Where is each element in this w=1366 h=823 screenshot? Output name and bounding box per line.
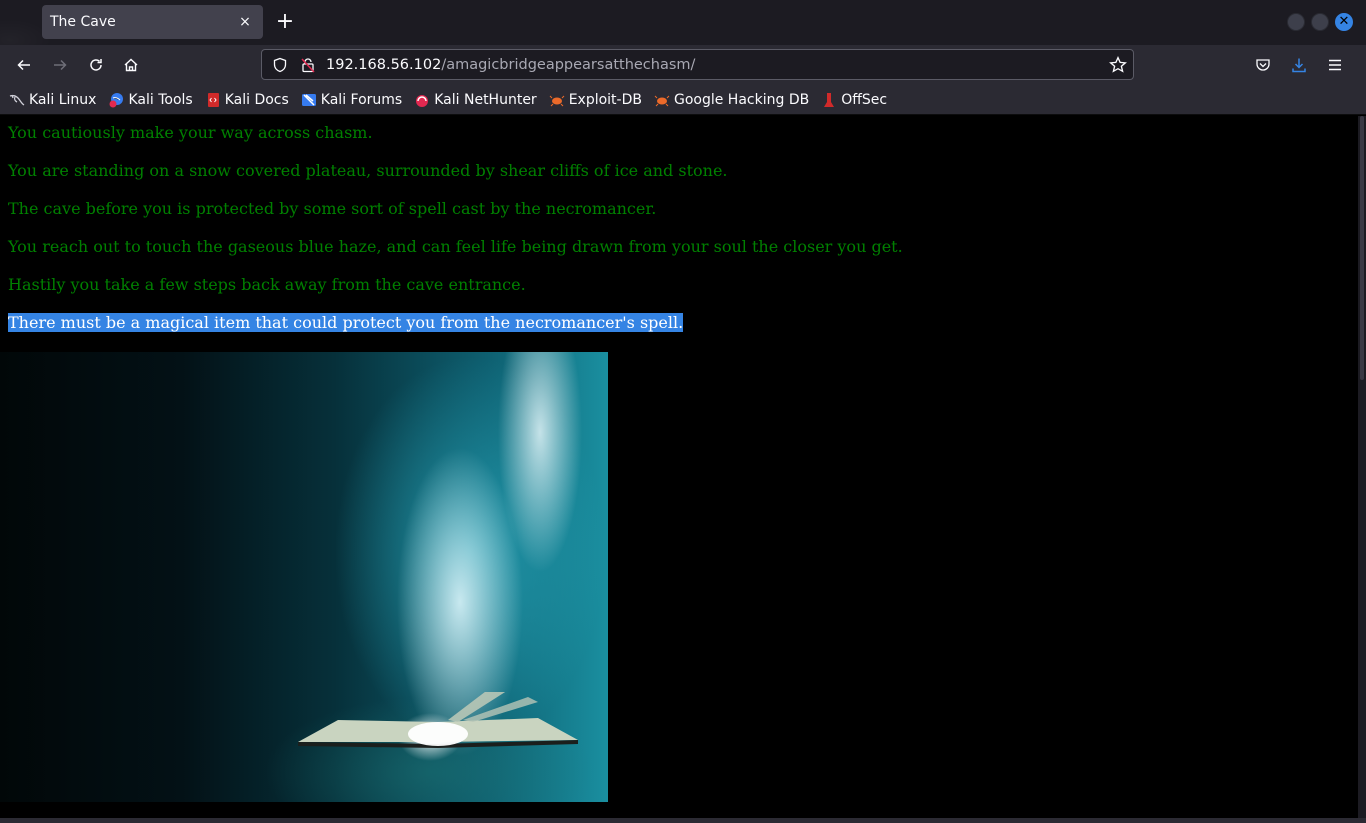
kali-nethunter-icon bbox=[416, 94, 429, 107]
url-host: 192.168.56.102 bbox=[326, 56, 442, 73]
window-bottom-edge bbox=[0, 818, 1366, 823]
bookmark-label: Google Hacking DB bbox=[673, 91, 810, 108]
bookmark-kali-tools[interactable]: Kali Tools bbox=[108, 91, 193, 108]
url-bar[interactable]: 192.168.56.102/amagicbridgeappearsatthec… bbox=[261, 49, 1134, 80]
story-line: You cautiously make your way across chas… bbox=[8, 123, 373, 142]
bookmark-label: OffSec bbox=[841, 91, 888, 108]
bookmark-label: Exploit-DB bbox=[568, 91, 642, 108]
back-button[interactable] bbox=[12, 53, 36, 77]
new-tab-button[interactable]: + bbox=[272, 9, 298, 35]
hamburger-menu-icon bbox=[1329, 59, 1341, 71]
vertical-scrollbar[interactable] bbox=[1358, 116, 1366, 818]
tracking-shield-icon[interactable] bbox=[272, 57, 288, 73]
open-book-illustration bbox=[298, 692, 578, 748]
bookmark-label: Kali Linux bbox=[29, 91, 97, 108]
bookmark-exploit-db[interactable]: Exploit-DB bbox=[549, 92, 642, 108]
story-line: Hastily you take a few steps back away f… bbox=[8, 275, 526, 294]
arrow-left-icon bbox=[17, 59, 30, 71]
bookmark-label: Kali Tools bbox=[128, 91, 193, 108]
story-line: You reach out to touch the gaseous blue … bbox=[8, 237, 903, 256]
tab-strip: The Cave × + ✕ bbox=[0, 0, 1366, 45]
offsec-icon bbox=[824, 92, 835, 107]
pocket-button[interactable] bbox=[1251, 53, 1275, 77]
home-button[interactable] bbox=[119, 53, 143, 77]
download-icon bbox=[1292, 58, 1306, 73]
reload-button[interactable] bbox=[84, 53, 108, 77]
minimize-button[interactable] bbox=[1287, 13, 1305, 31]
story-line: You are standing on a snow covered plate… bbox=[8, 161, 728, 180]
url-path: /amagicbridgeappearsatthechasm/ bbox=[441, 56, 696, 73]
page-content: You cautiously make your way across chas… bbox=[0, 116, 1358, 818]
bookmark-kali-nethunter[interactable]: Kali NetHunter bbox=[414, 91, 537, 108]
bookmark-star-icon[interactable] bbox=[1109, 56, 1127, 74]
tab-title: The Cave bbox=[50, 14, 116, 30]
scrollbar-thumb[interactable] bbox=[1360, 116, 1364, 380]
kali-dragon-icon bbox=[9, 94, 25, 106]
selected-text: There must be a magical item that could … bbox=[8, 313, 684, 332]
app-menu-button[interactable] bbox=[1323, 53, 1347, 77]
bookmark-google-hacking-db[interactable]: Google Hacking DB bbox=[654, 92, 809, 108]
bookmark-kali-docs[interactable]: Kali Docs bbox=[205, 92, 289, 108]
bookmark-label: Kali Docs bbox=[224, 91, 289, 108]
forward-button[interactable] bbox=[48, 53, 72, 77]
navigation-bar: 192.168.56.102/amagicbridgeappearsatthec… bbox=[0, 45, 1366, 85]
bookmark-kali-linux[interactable]: Kali Linux bbox=[9, 92, 96, 108]
magic-book-image bbox=[0, 352, 608, 802]
close-tab-icon[interactable]: × bbox=[237, 14, 253, 30]
tab-the-cave[interactable]: The Cave × bbox=[42, 5, 263, 39]
maximize-button[interactable] bbox=[1311, 13, 1329, 31]
story-line: The cave before you is protected by some… bbox=[8, 199, 657, 218]
bookmark-label: Kali Forums bbox=[320, 91, 403, 108]
bookmarks-toolbar: Kali Linux Kali Tools Kali Docs Kali For… bbox=[0, 85, 1366, 115]
kali-forums-icon bbox=[301, 93, 316, 106]
pocket-icon bbox=[1256, 59, 1270, 71]
insecure-lock-icon[interactable] bbox=[300, 57, 316, 73]
kali-tools-icon bbox=[109, 92, 124, 107]
story-line-selected: There must be a magical item that could … bbox=[8, 313, 684, 332]
close-window-button[interactable]: ✕ bbox=[1335, 13, 1353, 31]
home-icon bbox=[124, 58, 138, 72]
bookmark-kali-forums[interactable]: Kali Forums bbox=[301, 92, 402, 108]
ghdb-icon bbox=[654, 95, 670, 106]
arrow-right-icon bbox=[54, 59, 67, 71]
bookmark-label: Kali NetHunter bbox=[434, 91, 537, 108]
kali-docs-icon bbox=[207, 92, 219, 107]
exploit-db-icon bbox=[549, 95, 565, 106]
bookmark-offsec[interactable]: OffSec bbox=[821, 92, 887, 108]
downloads-button[interactable] bbox=[1287, 53, 1311, 77]
reload-icon bbox=[90, 59, 102, 71]
